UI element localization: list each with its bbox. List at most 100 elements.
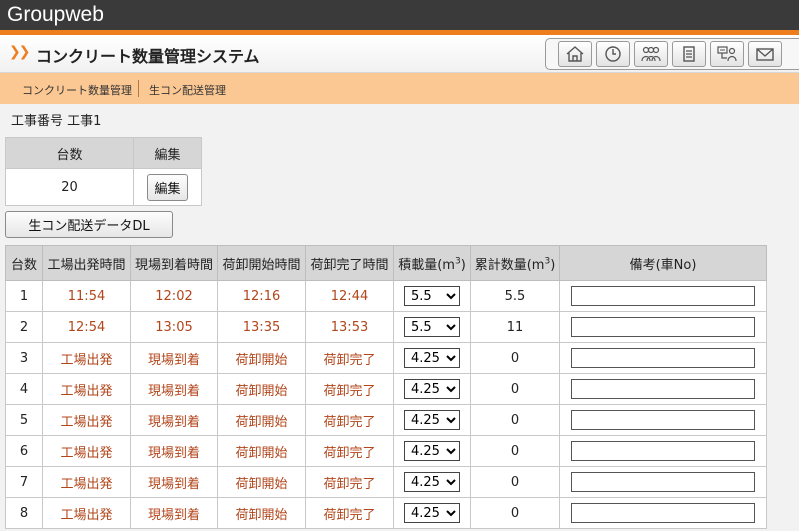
unload-end-time[interactable]: 荷卸完了: [305, 435, 394, 467]
clock-icon: [605, 46, 621, 62]
load-cell: 4.25: [393, 466, 471, 498]
mail-icon: [756, 48, 774, 61]
subnav-concrete-quantity[interactable]: コンクリート数量管理: [22, 82, 132, 98]
summary-header-edit: 編集: [133, 137, 202, 169]
load-select[interactable]: 4.25: [404, 348, 460, 368]
note-cell: [559, 497, 767, 529]
row-number: 8: [5, 497, 43, 529]
unload-start-time[interactable]: 荷卸開始: [217, 497, 306, 529]
double-chevron-icon: ❯❯: [9, 44, 31, 60]
note-input[interactable]: [571, 317, 755, 337]
depart-time[interactable]: 11:54: [42, 280, 131, 312]
arrive-time[interactable]: 現場到着: [130, 342, 218, 374]
load-select[interactable]: 5.5: [404, 286, 460, 306]
load-select[interactable]: 4.25: [404, 379, 460, 399]
note-input[interactable]: [571, 286, 755, 306]
delivery-table-header-row: 台数 工場出発時間 現場到着時間 荷卸開始時間 荷卸完了時間 積載量(m3) 累…: [5, 245, 767, 281]
depart-time[interactable]: 工場出発: [42, 466, 131, 498]
note-cell: [559, 373, 767, 405]
col-header-no: 台数: [5, 245, 43, 281]
note-input[interactable]: [571, 410, 755, 430]
users-button[interactable]: [634, 41, 668, 67]
table-row: 6 工場出発 現場到着 荷卸開始 荷卸完了 4.25 0: [5, 435, 767, 467]
organization-button[interactable]: [710, 41, 744, 67]
unload-end-time[interactable]: 荷卸完了: [305, 373, 394, 405]
home-button[interactable]: [558, 41, 592, 67]
table-row: 2 12:54 13:05 13:35 13:53 5.5 11: [5, 311, 767, 343]
delivery-table: 台数 工場出発時間 現場到着時間 荷卸開始時間 荷卸完了時間 積載量(m3) 累…: [5, 245, 767, 529]
edit-button[interactable]: 編集: [147, 173, 188, 201]
quick-nav-bar: [545, 38, 799, 70]
note-input[interactable]: [571, 503, 755, 523]
arrive-time[interactable]: 12:02: [130, 280, 218, 312]
note-cell: [559, 280, 767, 312]
unload-end-time[interactable]: 12:44: [305, 280, 394, 312]
schedule-button[interactable]: [596, 41, 630, 67]
load-select[interactable]: 5.5: [404, 317, 460, 337]
load-select[interactable]: 4.25: [404, 441, 460, 461]
unload-start-time[interactable]: 荷卸開始: [217, 435, 306, 467]
unload-start-time[interactable]: 荷卸開始: [217, 404, 306, 436]
cumulative-total: 0: [470, 497, 560, 529]
total-header-text: 累計数量(m: [474, 257, 545, 273]
note-input[interactable]: [571, 472, 755, 492]
unload-start-time[interactable]: 荷卸開始: [217, 373, 306, 405]
load-cell: 5.5: [393, 280, 471, 312]
depart-time[interactable]: 工場出発: [42, 373, 131, 405]
load-select[interactable]: 4.25: [404, 503, 460, 523]
table-row: 3 工場出発 現場到着 荷卸開始 荷卸完了 4.25 0: [5, 342, 767, 374]
load-select[interactable]: 4.25: [404, 472, 460, 492]
table-row: 7 工場出発 現場到着 荷卸開始 荷卸完了 4.25 0: [5, 466, 767, 498]
depart-time[interactable]: 工場出発: [42, 497, 131, 529]
unload-end-time[interactable]: 13:53: [305, 311, 394, 343]
table-row: 5 工場出発 現場到着 荷卸開始 荷卸完了 4.25 0: [5, 404, 767, 436]
unload-start-time[interactable]: 荷卸開始: [217, 466, 306, 498]
load-cell: 4.25: [393, 342, 471, 374]
sub-navigation: コンクリート数量管理 生コン配送管理: [0, 73, 799, 104]
unload-start-time[interactable]: 12:16: [217, 280, 306, 312]
arrive-time[interactable]: 13:05: [130, 311, 218, 343]
note-cell: [559, 404, 767, 436]
row-number: 5: [5, 404, 43, 436]
col-header-load: 積載量(m3): [393, 245, 471, 281]
col-header-arrive: 現場到着時間: [130, 245, 218, 281]
unload-end-time[interactable]: 荷卸完了: [305, 342, 394, 374]
load-header-close: ): [460, 257, 466, 273]
unload-end-time[interactable]: 荷卸完了: [305, 466, 394, 498]
load-cell: 4.25: [393, 373, 471, 405]
col-header-unload-end: 荷卸完了時間: [305, 245, 394, 281]
depart-time[interactable]: 12:54: [42, 311, 131, 343]
col-header-unload-start: 荷卸開始時間: [217, 245, 306, 281]
unload-start-time[interactable]: 13:35: [217, 311, 306, 343]
note-input[interactable]: [571, 379, 755, 399]
row-number: 6: [5, 435, 43, 467]
note-input[interactable]: [571, 441, 755, 461]
load-cell: 5.5: [393, 311, 471, 343]
summary-header-count: 台数: [5, 137, 134, 169]
depart-time[interactable]: 工場出発: [42, 404, 131, 436]
note-cell: [559, 342, 767, 374]
users-icon: [641, 46, 661, 62]
note-cell: [559, 466, 767, 498]
arrive-time[interactable]: 現場到着: [130, 497, 218, 529]
unload-end-time[interactable]: 荷卸完了: [305, 404, 394, 436]
load-header-text: 積載量(m: [398, 257, 455, 273]
arrive-time[interactable]: 現場到着: [130, 435, 218, 467]
note-input[interactable]: [571, 348, 755, 368]
row-number: 4: [5, 373, 43, 405]
arrive-time[interactable]: 現場到着: [130, 404, 218, 436]
load-select[interactable]: 4.25: [404, 410, 460, 430]
document-icon: [683, 46, 695, 62]
depart-time[interactable]: 工場出発: [42, 342, 131, 374]
unload-start-time[interactable]: 荷卸開始: [217, 342, 306, 374]
unload-end-time[interactable]: 荷卸完了: [305, 497, 394, 529]
arrive-time[interactable]: 現場到着: [130, 466, 218, 498]
arrive-time[interactable]: 現場到着: [130, 373, 218, 405]
mail-button[interactable]: [748, 41, 782, 67]
download-delivery-data-button[interactable]: 生コン配送データDL: [5, 211, 173, 238]
cumulative-total: 0: [470, 404, 560, 436]
depart-time[interactable]: 工場出発: [42, 435, 131, 467]
table-row: 4 工場出発 現場到着 荷卸開始 荷卸完了 4.25 0: [5, 373, 767, 405]
subnav-delivery-management[interactable]: 生コン配送管理: [149, 82, 226, 98]
document-button[interactable]: [672, 41, 706, 67]
